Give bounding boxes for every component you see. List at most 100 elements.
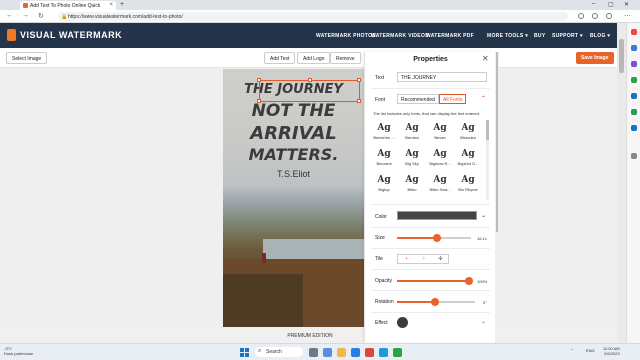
tools-icon[interactable] [631, 61, 637, 67]
font-option[interactable]: Ag Big Sky [399, 146, 425, 170]
watermark-line-4[interactable]: MATTERS. [223, 145, 364, 164]
url-text: https://www.visualwatermark.com/add-text… [68, 14, 183, 20]
photo-canvas[interactable]: THE JOURNEY NOT THE ARRIVAL MATTERS. T.S… [223, 69, 364, 327]
app-icon[interactable] [393, 348, 402, 357]
tab-recommended[interactable]: Recommended [397, 94, 439, 104]
tile-grid-icon[interactable]: ⁘ [415, 256, 432, 264]
reload-icon[interactable]: ↻ [38, 12, 44, 20]
chevron-up-icon[interactable]: ⌃ [481, 95, 486, 102]
close-tab-icon[interactable]: × [109, 2, 113, 8]
games-icon[interactable] [631, 77, 637, 83]
tab-all-fonts[interactable]: All Fonts [439, 94, 467, 104]
font-option[interactable]: Ag Binowmi [371, 146, 397, 170]
font-option[interactable]: Ag Bio Rhyme [455, 172, 481, 196]
font-option[interactable]: Ag Bernica [399, 120, 425, 144]
font-option[interactable]: Ag Bhavuka [455, 120, 481, 144]
weather-widget[interactable]: -3°C Dusk partmouse [4, 346, 33, 356]
size-slider-knob[interactable] [433, 234, 441, 242]
chevron-down-icon[interactable]: ⌄ [481, 318, 486, 325]
tile-single-icon[interactable]: • [398, 256, 415, 264]
nav-watermark-videos[interactable]: WATERMARK VIDEOS [371, 33, 429, 39]
rotation-slider-track[interactable] [433, 301, 475, 303]
collections-icon[interactable] [592, 13, 598, 19]
opacity-slider-knob[interactable] [465, 277, 473, 285]
watermark-line-2[interactable]: NOT THE [223, 101, 364, 121]
nav-watermark-photos[interactable]: WATERMARK PHOTOS [316, 33, 376, 39]
edge-browser-icon[interactable] [379, 348, 388, 357]
font-option[interactable]: Ag Berkshire ... [371, 120, 397, 144]
close-icon[interactable]: ✕ [482, 54, 489, 63]
resize-handle[interactable] [357, 78, 361, 82]
site-logo[interactable]: VISUAL WATERMARK [20, 30, 122, 40]
windows-taskbar: -3°C Dusk partmouse ⌕ Search ⌃ ENG 11:00… [0, 343, 640, 360]
resize-handle[interactable] [257, 78, 261, 82]
taskbar-clock[interactable]: 11:00 AM 2/6/2023 [603, 346, 620, 356]
resize-handle[interactable] [308, 78, 312, 82]
size-slider-track[interactable] [437, 237, 471, 239]
office-icon[interactable] [631, 93, 637, 99]
search-sidebar-icon[interactable] [631, 29, 637, 35]
rotation-slider-knob[interactable] [431, 298, 439, 306]
browser-tab[interactable]: Add Text To Photo Online Quick × [20, 1, 116, 10]
profile-icon[interactable] [606, 13, 612, 19]
nav-support[interactable]: SUPPORT ▾ [552, 33, 583, 39]
favorites-icon[interactable] [578, 13, 584, 19]
font-note: The list includes only fonts, that can d… [373, 111, 480, 116]
forward-icon[interactable]: → [22, 12, 29, 19]
excel-icon[interactable] [631, 109, 637, 115]
store-icon[interactable] [351, 348, 360, 357]
watermark-author[interactable]: T.S.Eliot [223, 169, 364, 179]
add-text-button[interactable]: Add Text [264, 52, 296, 64]
shopping-icon[interactable] [631, 45, 637, 51]
add-sidebar-icon[interactable] [631, 153, 637, 159]
taskbar-search[interactable]: ⌕ Search [255, 347, 303, 357]
select-image-button[interactable]: Select Image [6, 52, 48, 64]
tile-diagonal-icon[interactable]: ✣ [432, 256, 449, 264]
nav-more-tools[interactable]: MORE TOOLS ▾ [487, 33, 528, 39]
nav-watermark-pdf[interactable]: WATERMARK PDF [426, 33, 474, 39]
task-view-icon[interactable] [309, 348, 318, 357]
save-image-button[interactable]: Save Image [576, 52, 614, 64]
new-tab-icon[interactable]: + [120, 1, 124, 8]
maximize-icon[interactable]: ▢ [608, 1, 614, 8]
font-option[interactable]: Ag Bigtop [371, 172, 397, 196]
more-icon[interactable]: ⋯ [624, 12, 631, 20]
chevron-down-icon[interactable]: ⌄ [481, 212, 486, 219]
language-indicator[interactable]: ENG [586, 348, 595, 353]
file-explorer-icon[interactable] [337, 348, 346, 357]
panel-scroll-thumb[interactable] [496, 52, 498, 232]
font-glyph: Ag [461, 123, 475, 133]
close-window-icon[interactable]: ✕ [624, 1, 629, 8]
nav-buy[interactable]: BUY [534, 33, 545, 39]
font-list-scrollbar[interactable] [486, 120, 489, 200]
font-option[interactable]: Ag Bevan [427, 120, 453, 144]
page-scroll-thumb[interactable] [619, 39, 624, 73]
font-list-scroll-thumb[interactable] [486, 120, 489, 140]
url-field[interactable]: 🔒 https://www.visualwatermark.com/add-te… [58, 12, 568, 21]
resize-handle[interactable] [257, 99, 261, 103]
page-scrollbar[interactable] [617, 23, 626, 343]
windows-start-icon[interactable] [240, 348, 249, 357]
logo-icon[interactable] [7, 29, 16, 41]
font-option[interactable]: Ag Bigshot O... [455, 146, 481, 170]
nav-blog[interactable]: BLOG ▾ [590, 33, 610, 39]
add-logo-button[interactable]: Add Logo [297, 52, 331, 64]
tray-chevron-icon[interactable]: ⌃ [570, 348, 573, 353]
font-option[interactable]: Ag Bilbo [399, 172, 425, 196]
widgets-icon[interactable] [323, 348, 332, 357]
minimize-icon[interactable]: – [592, 1, 595, 7]
effect-preview[interactable] [397, 317, 408, 328]
mail-icon[interactable] [365, 348, 374, 357]
font-option[interactable]: Ag Bigelow R... [427, 146, 453, 170]
watermark-line-3[interactable]: ARRIVAL [223, 123, 364, 144]
back-icon[interactable]: ← [6, 12, 13, 19]
resize-handle[interactable] [357, 99, 361, 103]
opacity-slider-fill [397, 280, 469, 282]
text-input[interactable]: THE JOURNEY [397, 72, 487, 82]
outlook-icon[interactable] [631, 125, 637, 131]
font-option[interactable]: Ag Bilbo Swa... [427, 172, 453, 196]
panel-scrollbar[interactable] [495, 52, 499, 344]
text-selection-box[interactable] [257, 78, 361, 103]
remove-button[interactable]: Remove [330, 52, 361, 64]
color-picker[interactable] [397, 211, 477, 220]
